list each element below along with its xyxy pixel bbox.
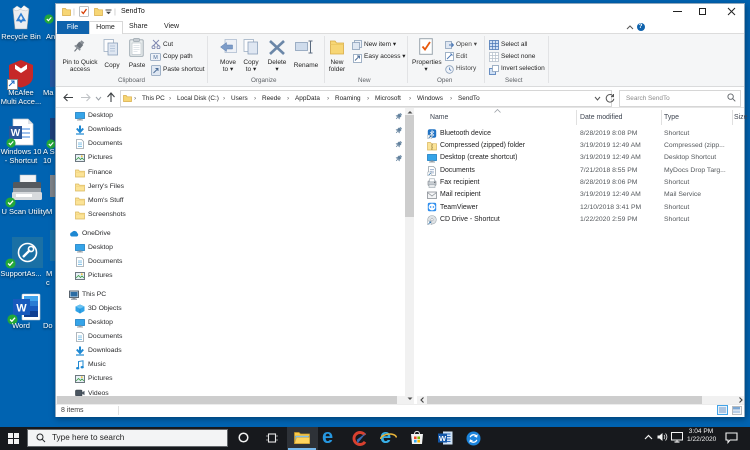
svg-text:W: W xyxy=(439,434,447,443)
svg-text:M: M xyxy=(153,55,158,61)
svg-text:W: W xyxy=(16,303,27,315)
